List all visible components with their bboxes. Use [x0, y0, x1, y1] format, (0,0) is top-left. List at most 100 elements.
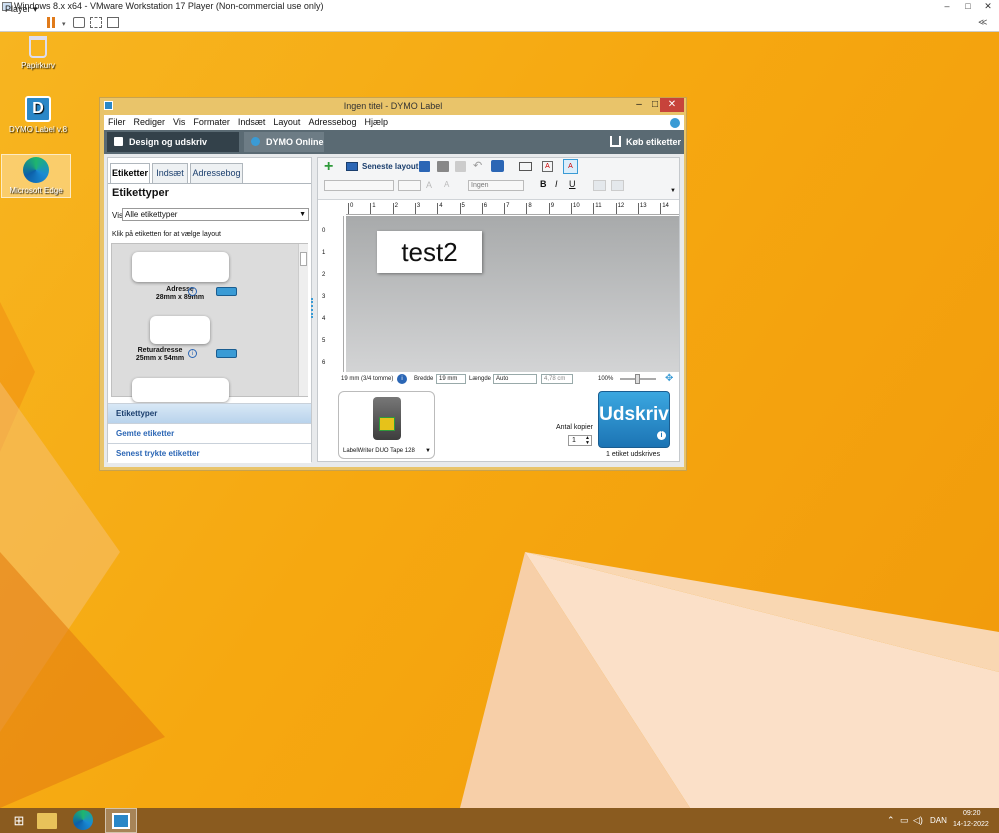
dymo-close-button[interactable]: ✕	[660, 98, 684, 112]
taskbar-dymo-button[interactable]	[105, 808, 137, 833]
label-roll-icon	[216, 287, 237, 296]
tab-dymo-online[interactable]: DYMO Online	[244, 132, 324, 152]
ruler-tick-label: 3	[322, 294, 326, 300]
desktop-icon-recycle-bin[interactable]: Papirkurv	[3, 36, 73, 70]
label-card-partial[interactable]	[132, 378, 229, 402]
underline-button[interactable]: U	[569, 179, 576, 189]
copies-label: Antal kopier	[556, 424, 593, 431]
ruler-tick-label: 1	[370, 203, 376, 214]
fill-color-icon[interactable]: A	[563, 159, 578, 174]
printer-name: LabelWriter DUO Tape 128	[343, 448, 415, 454]
ruler-tick-label: 9	[548, 203, 554, 214]
minimize-button[interactable]: –	[937, 0, 957, 13]
label-preview[interactable]: test2	[377, 231, 482, 273]
label-type-select[interactable]: Alle etikettyper ▼	[122, 208, 309, 221]
shrink-font-icon[interactable]: A	[444, 180, 449, 189]
printer-selector[interactable]: LabelWriter DUO Tape 128 ▼	[338, 391, 435, 459]
fit-to-window-icon[interactable]: ✥	[665, 374, 675, 384]
menu-indsaet[interactable]: Indsæt	[238, 117, 266, 127]
length-stepper[interactable]: 4,78 cm	[541, 374, 573, 384]
pause-icon[interactable]	[47, 17, 55, 28]
player-menu-button[interactable]: Player ▾	[5, 3, 38, 16]
italic-button[interactable]: I	[555, 179, 558, 189]
recycle-bin-icon	[29, 36, 47, 58]
ruler-tick-label: 14	[660, 203, 669, 214]
start-button[interactable]: ⊞	[8, 810, 30, 831]
cart-icon	[610, 136, 621, 147]
copies-stepper[interactable]: 1 ▲ ▼	[568, 435, 592, 446]
font-family-select[interactable]	[324, 180, 394, 191]
select-hint: Klik på etiketten for at vælge layout	[112, 231, 221, 238]
unity-icon[interactable]	[107, 17, 119, 28]
tab-indsaet[interactable]: Indsæt	[152, 163, 188, 183]
file-explorer-icon[interactable]	[37, 813, 57, 829]
labels-panel: Etiketter Indsæt Adressebog Etikettyper …	[107, 157, 313, 463]
desktop-icon-label: Papirkurv	[21, 61, 55, 70]
text-color-icon[interactable]: A	[542, 161, 553, 172]
accordion-gemte-etiketter[interactable]: Gemte etiketter	[108, 423, 311, 443]
menu-filer[interactable]: Filer	[108, 117, 126, 127]
send-ctrl-alt-del-icon[interactable]	[73, 17, 85, 28]
stepper-arrows-icon[interactable]: ▲ ▼	[585, 436, 590, 446]
tab-adressebog[interactable]: Adressebog	[190, 163, 243, 183]
zoom-slider-thumb[interactable]	[635, 374, 640, 384]
info-icon[interactable]: i	[657, 431, 666, 440]
length-select[interactable]: Auto	[493, 374, 537, 384]
chevron-down-icon[interactable]: ▾	[62, 20, 66, 28]
accordion-senest-trykte[interactable]: Senest trykte etiketter	[108, 443, 311, 463]
undo-icon[interactable]: ↶	[473, 161, 484, 172]
bold-button[interactable]: B	[540, 179, 547, 189]
desktop-icon-dymo[interactable]: D DYMO Label v.8	[3, 96, 73, 134]
print-button[interactable]: Udskriv i	[598, 391, 670, 448]
menu-formater[interactable]: Formater	[193, 117, 230, 127]
tab-etiketter[interactable]: Etiketter	[110, 163, 150, 183]
volume-icon[interactable]: ◁)	[913, 815, 923, 826]
close-button[interactable]: ✕	[978, 0, 998, 13]
expand-toolbar-icon[interactable]: ≪	[978, 17, 987, 28]
tab-design[interactable]: Design og udskriv etiketter	[107, 132, 239, 167]
align-left-icon[interactable]	[593, 180, 606, 191]
language-indicator[interactable]: DAN	[930, 816, 947, 825]
fullscreen-icon[interactable]	[90, 17, 102, 28]
edge-icon[interactable]	[73, 810, 93, 830]
info-icon[interactable]: i	[188, 287, 197, 296]
label-roll-icon	[216, 349, 237, 358]
label-card-returadresse[interactable]	[150, 316, 210, 344]
width-select[interactable]: 19 mm	[436, 374, 466, 384]
ruler-tick-label: 2	[392, 203, 398, 214]
accordion-etikettyper[interactable]: Etikettyper	[108, 403, 311, 423]
zoom-level: 100%	[598, 376, 614, 382]
panel-resize-handle[interactable]	[311, 298, 313, 318]
restore-button[interactable]: □	[958, 0, 978, 13]
label-card-adresse[interactable]	[132, 252, 229, 282]
recent-layout-button[interactable]: Seneste layout	[362, 162, 418, 171]
font-size-select[interactable]	[398, 180, 421, 191]
list-scrollbar[interactable]	[298, 244, 308, 396]
info-icon[interactable]: i	[188, 349, 197, 358]
tab-divider	[108, 183, 311, 184]
menu-adressebog[interactable]: Adressebog	[308, 117, 356, 127]
recent-layout-icon[interactable]	[346, 162, 358, 171]
grow-font-icon[interactable]: A	[426, 180, 432, 190]
network-icon[interactable]: ▭	[900, 815, 909, 826]
buy-labels-button[interactable]: Køb etiketter	[604, 132, 684, 152]
menu-rediger[interactable]: Rediger	[134, 117, 166, 127]
tray-arrow-icon[interactable]: ⌃	[887, 815, 895, 826]
align-vertical-icon[interactable]	[611, 180, 624, 191]
case-select[interactable]: Ingen	[468, 180, 524, 191]
border-icon[interactable]	[519, 162, 532, 171]
menu-layout[interactable]: Layout	[273, 117, 300, 127]
print-status: 1 etiket udskrives	[606, 451, 661, 458]
update-icon[interactable]	[670, 118, 680, 128]
info-icon[interactable]: i	[397, 374, 407, 384]
scrollbar-thumb[interactable]	[300, 252, 307, 266]
save-icon[interactable]	[419, 161, 430, 172]
desktop-icon-edge[interactable]: Microsoft Edge	[1, 154, 71, 198]
print-icon[interactable]	[437, 161, 449, 172]
address-icon[interactable]	[491, 160, 504, 172]
menu-vis[interactable]: Vis	[173, 117, 185, 127]
menu-hjaelp[interactable]: Hjælp	[364, 117, 388, 127]
add-object-icon[interactable]: +	[324, 159, 338, 175]
toolbar-scroll-icon[interactable]: ▼	[670, 188, 676, 194]
paste-icon[interactable]	[455, 161, 466, 172]
